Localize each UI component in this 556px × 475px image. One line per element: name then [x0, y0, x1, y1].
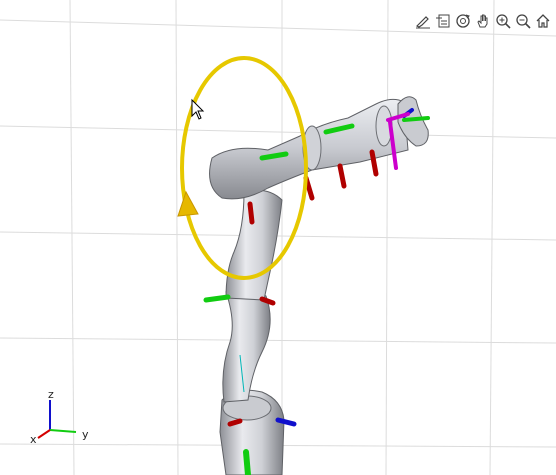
- triad-z-label: z: [48, 388, 54, 401]
- home-icon[interactable]: [534, 11, 552, 31]
- frame-x-marker: [337, 163, 347, 189]
- robot-lower-link: [222, 289, 271, 403]
- frame-y-marker: [243, 449, 251, 475]
- zoom-in-icon[interactable]: [494, 11, 512, 31]
- zoom-out-icon[interactable]: [514, 11, 532, 31]
- axes-triad: z y x: [30, 388, 89, 446]
- frame-y-marker: [203, 294, 231, 303]
- frame-x-marker: [247, 201, 255, 225]
- triad-x-label: x: [30, 433, 37, 446]
- frame-y-marker: [402, 116, 430, 122]
- rotate-3d-icon[interactable]: [454, 11, 472, 31]
- pan-hand-icon[interactable]: [474, 11, 492, 31]
- frame-x-marker: [227, 418, 243, 427]
- triad-x-axis: [37, 429, 51, 439]
- brush-icon[interactable]: [414, 11, 432, 31]
- 3d-scene[interactable]: z y x: [0, 0, 556, 475]
- robot-middle-link: [225, 189, 283, 301]
- mouse-cursor-icon: [191, 98, 205, 120]
- triad-y-label: y: [82, 428, 89, 441]
- figure-toolbar: [414, 10, 552, 32]
- legend-icon[interactable]: [434, 11, 452, 31]
- triad-y-axis: [49, 429, 77, 433]
- rotation-ring-arrow-icon[interactable]: [177, 190, 199, 217]
